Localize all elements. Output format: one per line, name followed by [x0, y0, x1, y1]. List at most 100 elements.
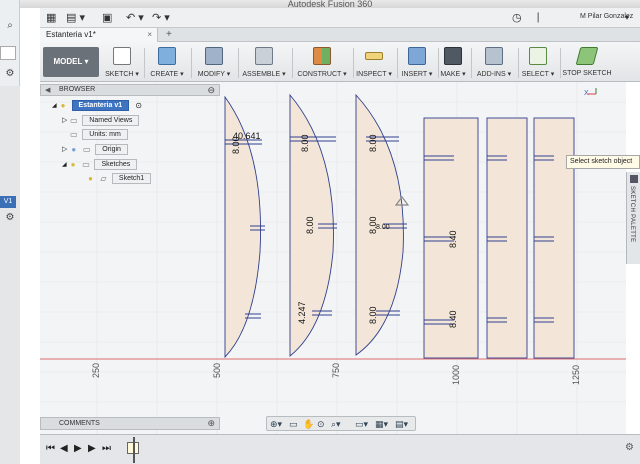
left-panel-box[interactable] — [0, 46, 16, 60]
insert-menu[interactable]: INSERT ▾ — [397, 42, 437, 82]
assemble-menu[interactable]: ASSEMBLE ▾ — [239, 42, 289, 82]
grid-settings-icon[interactable]: ▦▾ — [375, 419, 388, 429]
view-cube[interactable]: X — [584, 88, 597, 97]
tree-label[interactable]: Sketch1 — [111, 173, 152, 184]
dimension-label: 8.40 — [448, 230, 458, 248]
tree-label[interactable]: Units: mm — [82, 129, 128, 140]
look-at-icon[interactable]: ▭ — [289, 419, 298, 429]
comments-panel-header[interactable]: COMMENTS ⊕ — [40, 417, 220, 430]
stop-sketch-icon — [575, 47, 599, 65]
add-ins-menu[interactable]: ADD-INS ▾ — [472, 42, 516, 82]
construct-icon — [313, 47, 331, 65]
folder-icon: ▭ — [70, 116, 78, 125]
assemble-label: ASSEMBLE — [242, 71, 281, 78]
assemble-icon — [255, 47, 273, 65]
pan-icon[interactable]: ✋ — [303, 419, 314, 429]
lightbulb-icon[interactable]: ● — [69, 145, 78, 154]
tree-root-label[interactable]: Estanteria v1 — [71, 100, 130, 111]
undo-icon[interactable]: ↶ ▾ — [126, 12, 144, 24]
inspect-icon — [365, 52, 383, 60]
window-title: Autodesk Fusion 360 — [20, 0, 640, 8]
collapse-icon[interactable]: ◀ — [45, 86, 50, 94]
construct-menu[interactable]: CONSTRUCT ▾ — [294, 42, 350, 82]
sketch-palette-tab[interactable]: SKETCH PALETTE — [626, 172, 640, 264]
sketch-menu[interactable]: SKETCH ▾ — [103, 42, 141, 82]
select-menu[interactable]: SELECT ▾ — [518, 42, 558, 82]
make-menu[interactable]: MAKE ▾ — [437, 42, 469, 82]
tree-label[interactable]: Origin — [95, 144, 128, 155]
tree-item-units[interactable]: ▷ ▭ Units: mm — [62, 129, 128, 141]
notification-icon[interactable]: ❘ — [534, 12, 542, 24]
close-icon[interactable]: × — [147, 28, 152, 42]
user-dropdown-icon[interactable]: ▾ — [625, 12, 629, 24]
dimension-label: 8.40 — [448, 310, 458, 328]
sketch-canvas[interactable]: 40.641 8.00 8.00 8.00 8.00 4.247 8.00 8.… — [40, 82, 626, 434]
axis-x-label: X — [584, 90, 589, 97]
create-label: CREATE — [150, 71, 179, 78]
comments-options-icon[interactable]: ⊕ — [207, 418, 215, 429]
viewports-icon[interactable]: ▤▾ — [395, 419, 408, 429]
display-settings-icon[interactable]: ▭▾ — [355, 419, 368, 429]
redo-icon[interactable]: ↷ ▾ — [152, 12, 170, 24]
design-viewport[interactable]: 40.641 8.00 8.00 8.00 8.00 4.247 8.00 8.… — [40, 82, 626, 434]
stop-sketch-label: STOP SKETCH — [562, 70, 612, 77]
stop-sketch-button[interactable]: STOP SKETCH — [560, 42, 614, 82]
quick-access-toolbar: ▦ ▤ ▾ ▣ ↶ ▾ ↷ ▾ ◷ ❘ M Pilar Gonzalez ▾ — [40, 8, 640, 28]
active-radio-icon[interactable]: ⊙ — [134, 101, 143, 110]
gear-icon[interactable]: ⚙ — [4, 212, 16, 224]
lightbulb-icon[interactable]: ● — [86, 174, 95, 183]
axis-label: 500 — [212, 363, 222, 378]
tree-label[interactable]: Named Views — [82, 115, 140, 126]
folder-icon: ▭ — [83, 145, 91, 154]
make-label: MAKE — [440, 71, 461, 78]
step-back-icon[interactable]: ◀ — [60, 443, 68, 454]
dimension-label: 8.00 — [305, 216, 315, 234]
lightbulb-icon[interactable]: ● — [59, 101, 68, 110]
tree-item-sketch1[interactable]: ● ▱ Sketch1 — [86, 173, 152, 185]
minimize-icon[interactable]: ⊖ — [207, 85, 215, 96]
axis-label: 1000 — [451, 365, 461, 385]
sketch-icon: ▱ — [100, 174, 107, 183]
axis-label: 750 — [331, 363, 341, 378]
job-status-icon[interactable]: ◷ — [512, 12, 522, 24]
create-menu[interactable]: CREATE ▾ — [147, 42, 187, 82]
fit-icon[interactable]: ⌕▾ — [331, 419, 341, 429]
axis-label: 1250 — [571, 365, 581, 385]
zoom-icon[interactable]: ⊙ — [317, 419, 325, 429]
toolbar-ribbon: MODEL ▾ SKETCH ▾ CREATE ▾ MODIFY ▾ ASSEM… — [40, 42, 640, 82]
new-tab-icon[interactable]: + — [166, 29, 172, 40]
go-to-start-icon[interactable]: ⏮ — [46, 443, 55, 454]
folder-icon: ▭ — [82, 160, 90, 169]
sketch-icon — [113, 47, 131, 65]
tab-estanteria[interactable]: Estanteria v1* × — [40, 28, 158, 42]
tree-label[interactable]: Sketches — [94, 159, 138, 170]
inspect-menu[interactable]: INSPECT ▾ — [353, 42, 395, 82]
palette-pin-icon[interactable] — [630, 175, 638, 183]
timeline-marker[interactable] — [133, 437, 135, 463]
tree-item-origin[interactable]: ▷ ● ▭ Origin — [62, 144, 128, 156]
file-icon[interactable]: ▤ ▾ — [66, 12, 85, 24]
tree-item-named-views[interactable]: ▷ ▭ Named Views — [62, 115, 140, 127]
tab-label: Estanteria v1* — [46, 30, 96, 39]
workspace-switcher[interactable]: MODEL ▾ — [43, 47, 99, 77]
search-icon[interactable]: ⌕ — [4, 20, 16, 32]
workspace-label: MODEL — [53, 57, 83, 66]
step-forward-icon[interactable]: ▶ — [88, 443, 96, 454]
timeline-bar: ⏮ ◀ ▶ ▶ ⏭ ⚙ — [40, 434, 640, 464]
tree-item-sketches[interactable]: ◢ ● ▭ Sketches — [62, 159, 138, 171]
lightbulb-icon[interactable]: ● — [69, 160, 78, 169]
dimension-label: 8.00 — [368, 134, 378, 152]
gear-icon[interactable]: ⚙ — [4, 68, 16, 80]
orbit-icon[interactable]: ⊕▾ — [270, 419, 282, 429]
go-to-end-icon[interactable]: ⏭ — [102, 443, 111, 454]
modify-menu[interactable]: MODIFY ▾ — [193, 42, 235, 82]
waffle-grid-icon[interactable]: ▦ — [46, 12, 56, 24]
select-icon — [529, 47, 547, 65]
tree-root[interactable]: ◢ ● Estanteria v1 ⊙ — [52, 100, 145, 112]
construct-label: CONSTRUCT — [297, 71, 342, 78]
play-icon[interactable]: ▶ — [74, 443, 82, 454]
modify-label: MODIFY — [197, 71, 225, 78]
browser-panel-header[interactable]: ◀ BROWSER ⊖ — [40, 84, 220, 96]
timeline-settings-icon[interactable]: ⚙ — [625, 442, 634, 453]
save-icon[interactable]: ▣ — [102, 12, 112, 24]
